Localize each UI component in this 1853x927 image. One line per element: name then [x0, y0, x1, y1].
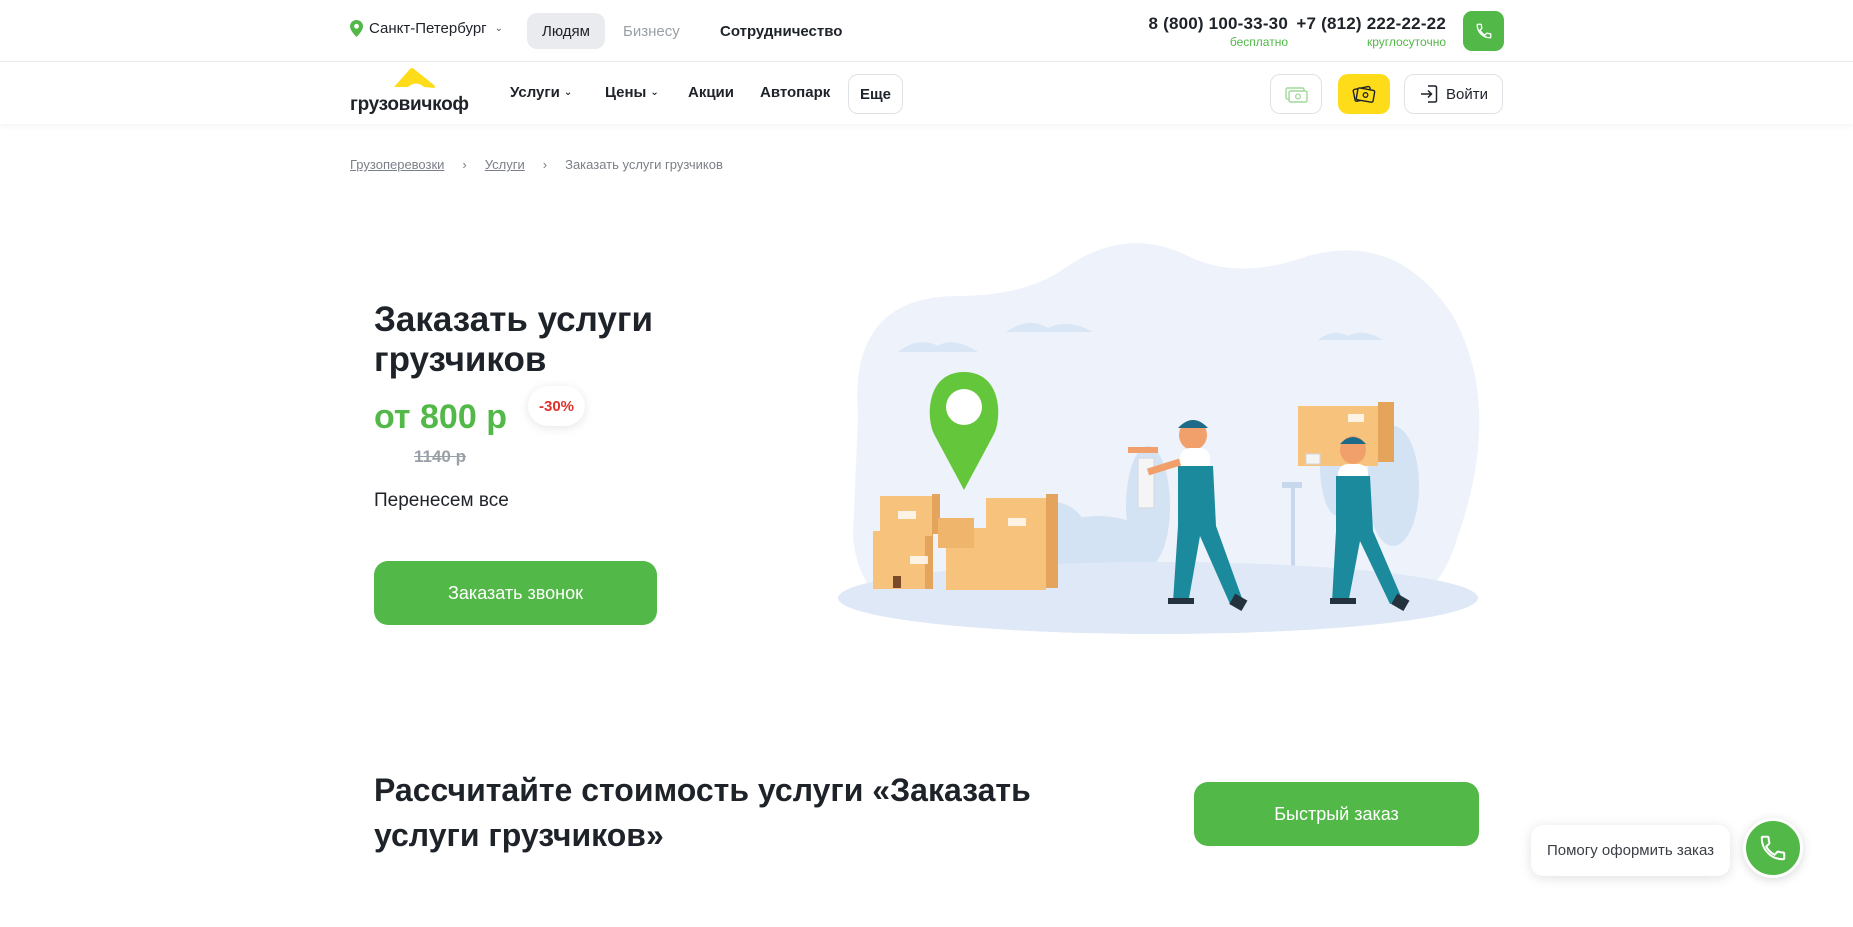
call-button[interactable]	[1463, 11, 1504, 51]
main-nav: грузовичкоф Услуги ⌄ Цены ⌄ Акции Автопа…	[0, 62, 1853, 124]
logo[interactable]: грузовичкоф	[350, 67, 482, 117]
money-icon	[1285, 87, 1308, 103]
phone-number[interactable]: 8 (800) 100-33-30	[1149, 14, 1289, 34]
chevron-right-icon: ›	[542, 157, 548, 172]
location-pin-icon	[350, 20, 363, 37]
login-label: Войти	[1446, 85, 1488, 103]
discount-badge: -30%	[528, 386, 585, 426]
login-button[interactable]: Войти	[1404, 74, 1503, 114]
nav-promos[interactable]: Акции	[688, 84, 734, 101]
chevron-down-icon: ⌄	[563, 87, 573, 98]
segment-business[interactable]: Бизнесу	[608, 13, 695, 49]
login-icon	[1421, 85, 1438, 103]
city-selector[interactable]: Санкт-Петербург ⌄	[350, 20, 503, 37]
price: от 800 р	[374, 398, 507, 436]
phone-note: бесплатно	[1229, 35, 1288, 49]
order-call-button[interactable]: Заказать звонок	[374, 561, 657, 625]
nav-prices-label: Цены	[605, 84, 647, 101]
movers-illustration	[838, 243, 1480, 634]
segment-cooperation[interactable]: Сотрудничество	[705, 13, 857, 49]
cashback-icon	[1352, 85, 1376, 103]
payment-button[interactable]	[1270, 74, 1322, 114]
old-price: 1140 р	[414, 447, 466, 466]
breadcrumb: Грузоперевозки › Услуги › Заказать услуг…	[350, 157, 723, 172]
phone-icon	[1476, 23, 1491, 39]
segment-people[interactable]: Людям	[527, 13, 605, 49]
nav-fleet[interactable]: Автопарк	[760, 84, 830, 101]
hero-subtitle: Перенесем все	[374, 490, 509, 511]
phone-number[interactable]: +7 (812) 222-22-22	[1296, 14, 1446, 34]
logo-roof-icon	[394, 68, 435, 88]
phone-note: круглосуточно	[1366, 35, 1446, 49]
quick-order-button[interactable]: Быстрый заказ	[1194, 782, 1479, 846]
chevron-down-icon: ⌄	[650, 87, 659, 98]
cashback-button[interactable]	[1338, 74, 1390, 114]
floating-call-button[interactable]	[1743, 818, 1803, 878]
breadcrumb-current: Заказать услуги грузчиков	[565, 157, 723, 172]
nav-prices[interactable]: Цены ⌄	[605, 84, 659, 101]
page-title: Заказать услуги грузчиков	[374, 300, 653, 379]
calculator-title: Рассчитайте стоимость услуги «Заказать у…	[374, 772, 1031, 853]
city-label: Санкт-Петербург	[369, 20, 487, 37]
phone-24h[interactable]: +7 (812) 222-22-22 круглосуточно	[1296, 14, 1446, 49]
nav-services-label: Услуги	[510, 84, 560, 101]
phone-icon	[1760, 835, 1786, 861]
help-bubble[interactable]: Помогу оформить заказ	[1531, 825, 1730, 876]
logo-text: грузовичкоф	[350, 94, 469, 115]
breadcrumb-link[interactable]: Грузоперевозки	[350, 157, 444, 172]
more-button[interactable]: Еще	[848, 74, 903, 114]
breadcrumb-link[interactable]: Услуги	[485, 157, 525, 172]
phone-free[interactable]: 8 (800) 100-33-30 бесплатно	[1149, 14, 1289, 49]
chevron-down-icon: ⌄	[494, 23, 504, 34]
nav-services[interactable]: Услуги ⌄	[510, 84, 572, 101]
chevron-right-icon: ›	[462, 157, 467, 172]
top-bar: Санкт-Петербург ⌄ Людям Бизнесу Сотрудни…	[0, 0, 1853, 62]
